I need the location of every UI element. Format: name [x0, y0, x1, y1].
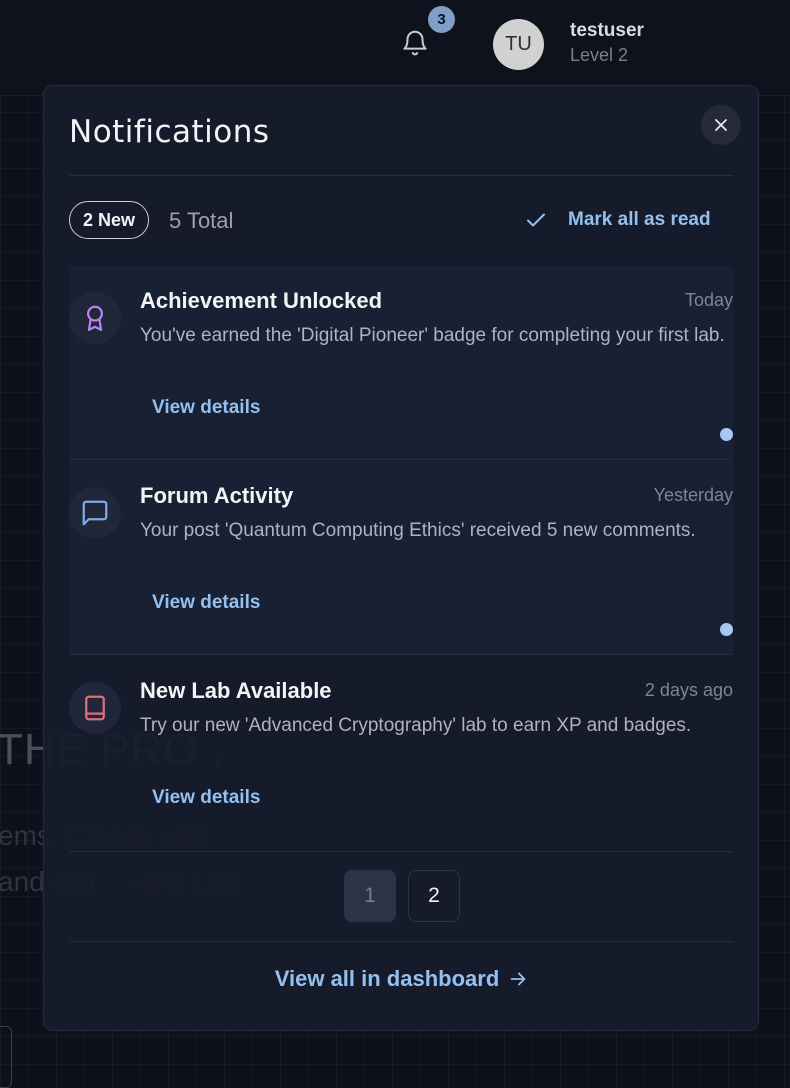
- user-level: Level 2: [570, 45, 629, 65]
- notification-time: 2 days ago: [644, 680, 733, 700]
- view-details-link[interactable]: View details: [152, 787, 260, 809]
- notification-time: Today: [684, 290, 733, 310]
- new-count-badge: 2 New: [69, 201, 150, 239]
- page-button-1[interactable]: 1: [344, 870, 396, 922]
- close-icon: [715, 119, 727, 131]
- notification-title: Forum Activity: [140, 483, 294, 508]
- notification-item[interactable]: Achievement Unlocked Today You've earned…: [69, 266, 733, 460]
- check-icon: [527, 213, 545, 227]
- unread-indicator: [720, 623, 733, 636]
- notification-title: Achievement Unlocked: [140, 288, 383, 313]
- divider: [69, 175, 733, 176]
- top-bar: 3 TU testuser Level 2: [0, 0, 790, 96]
- view-all-dashboard-link[interactable]: View all in dashboard: [44, 966, 760, 992]
- panel-title: Notifications: [69, 114, 270, 150]
- arrow-right-icon: [510, 972, 526, 986]
- view-all-label: View all in dashboard: [274, 966, 500, 991]
- mark-all-read-button[interactable]: Mark all as read: [524, 204, 711, 236]
- divider: [69, 654, 733, 655]
- page-button-2[interactable]: 2: [408, 870, 460, 922]
- notification-message: You've earned the 'Digital Pioneer' badg…: [140, 325, 725, 346]
- view-details-link[interactable]: View details: [152, 592, 260, 614]
- award-icon: [87, 305, 103, 331]
- notification-title: New Lab Available: [140, 678, 332, 703]
- message-square-icon: [82, 500, 108, 526]
- notification-icon-wrap: [69, 682, 121, 734]
- notification-message: Your post 'Quantum Computing Ethics' rec…: [140, 520, 696, 541]
- total-count: 5 Total: [169, 208, 234, 233]
- divider: [69, 459, 733, 460]
- divider: [69, 941, 733, 942]
- avatar[interactable]: TU: [493, 19, 544, 70]
- notifications-bell-button[interactable]: [400, 28, 430, 58]
- bell-icon: [403, 30, 427, 56]
- view-details-link[interactable]: View details: [152, 397, 260, 419]
- notification-icon-wrap: [69, 292, 121, 344]
- mark-all-read-label: Mark all as read: [568, 209, 711, 230]
- notification-message: Try our new 'Advanced Cryptography' lab …: [140, 715, 692, 736]
- notification-icon-wrap: [69, 487, 121, 539]
- unread-indicator: [720, 428, 733, 441]
- close-button[interactable]: [701, 105, 741, 145]
- divider: [69, 851, 733, 852]
- username: testuser: [570, 20, 644, 41]
- notification-time: Yesterday: [653, 485, 733, 505]
- notification-item[interactable]: New Lab Available 2 days ago Try our new…: [69, 656, 733, 852]
- background-card: [0, 1026, 12, 1088]
- book-icon: [85, 695, 105, 721]
- notification-item[interactable]: Forum Activity Yesterday Your post 'Quan…: [69, 461, 733, 655]
- notification-count-badge: 3: [428, 6, 455, 33]
- notifications-panel: Notifications 2 New 5 Total Mark all as …: [43, 85, 759, 1031]
